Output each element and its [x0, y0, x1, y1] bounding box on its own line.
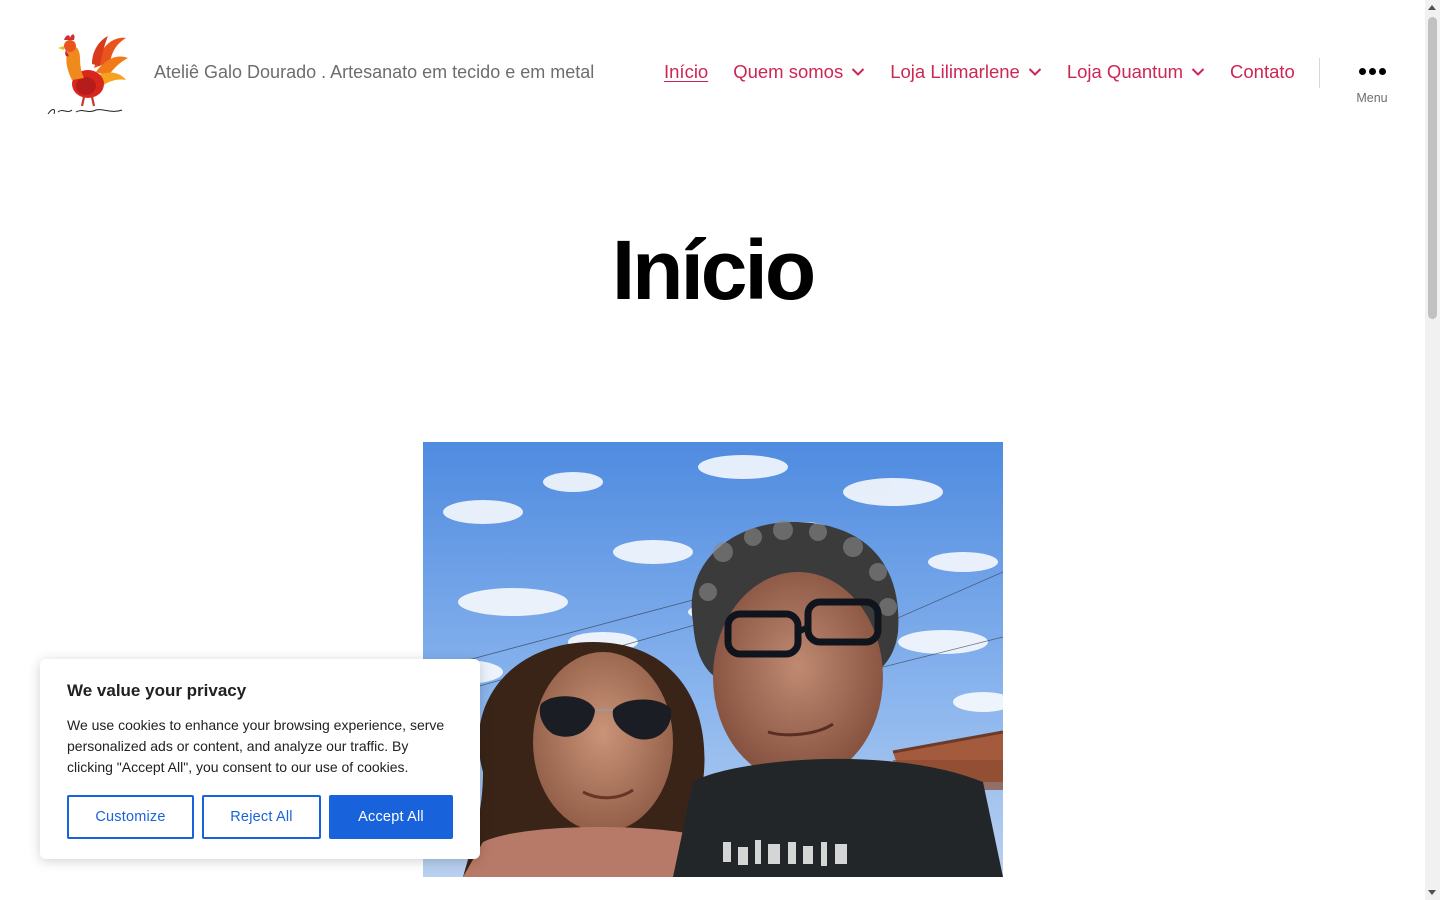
header-divider	[1319, 58, 1320, 88]
rooster-logo-icon	[47, 34, 128, 115]
menu-toggle-button[interactable]: Menu	[1349, 60, 1395, 110]
nav-item-label: Contato	[1230, 61, 1295, 82]
site-tagline: Ateliê Galo Dourado . Artesanato em teci…	[154, 62, 595, 82]
ellipsis-icon	[1349, 68, 1395, 75]
nav-item-inicio[interactable]: Início	[664, 61, 708, 83]
customize-button[interactable]: Customize	[67, 795, 194, 839]
primary-nav: Início Quem somos Loja Lilimarlene Loja …	[664, 61, 1295, 83]
nav-item-quem-somos[interactable]: Quem somos	[733, 61, 865, 83]
nav-item-loja-lilimarlene[interactable]: Loja Lilimarlene	[890, 61, 1042, 83]
couple-selfie-image	[423, 442, 1003, 877]
vertical-scrollbar[interactable]	[1425, 0, 1440, 900]
accept-all-button[interactable]: Accept All	[329, 795, 453, 839]
page: Ateliê Galo Dourado . Artesanato em teci…	[0, 0, 1440, 900]
nav-item-label: Loja Quantum	[1066, 61, 1184, 82]
site-logo[interactable]	[42, 28, 130, 118]
reject-all-button[interactable]: Reject All	[202, 795, 321, 839]
nav-item-label: Loja Lilimarlene	[890, 61, 1020, 82]
page-title: Início	[611, 223, 816, 317]
nav-item-label: Início	[664, 61, 709, 82]
chevron-down-icon	[1028, 68, 1042, 76]
scroll-up-arrow-icon[interactable]	[1428, 5, 1436, 10]
featured-photo	[423, 442, 1003, 877]
menu-label: Menu	[1356, 91, 1388, 105]
cookie-consent-banner: We value your privacy We use cookies to …	[40, 659, 480, 859]
chevron-down-icon	[852, 68, 865, 76]
nav-item-contato[interactable]: Contato	[1230, 61, 1295, 83]
scrollbar-thumb[interactable]	[1428, 17, 1437, 319]
chevron-down-icon	[1191, 68, 1205, 76]
site-header: Ateliê Galo Dourado . Artesanato em teci…	[0, 0, 1425, 150]
scroll-down-arrow-icon[interactable]	[1428, 890, 1436, 895]
nav-item-loja-quantum[interactable]: Loja Quantum	[1067, 61, 1205, 83]
nav-item-label: Quem somos	[733, 61, 844, 82]
cookie-banner-title: We value your privacy	[67, 681, 247, 700]
cookie-banner-actions: Customize Reject All Accept All	[67, 795, 453, 839]
cookie-banner-text: We use cookies to enhance your browsing …	[67, 717, 445, 775]
